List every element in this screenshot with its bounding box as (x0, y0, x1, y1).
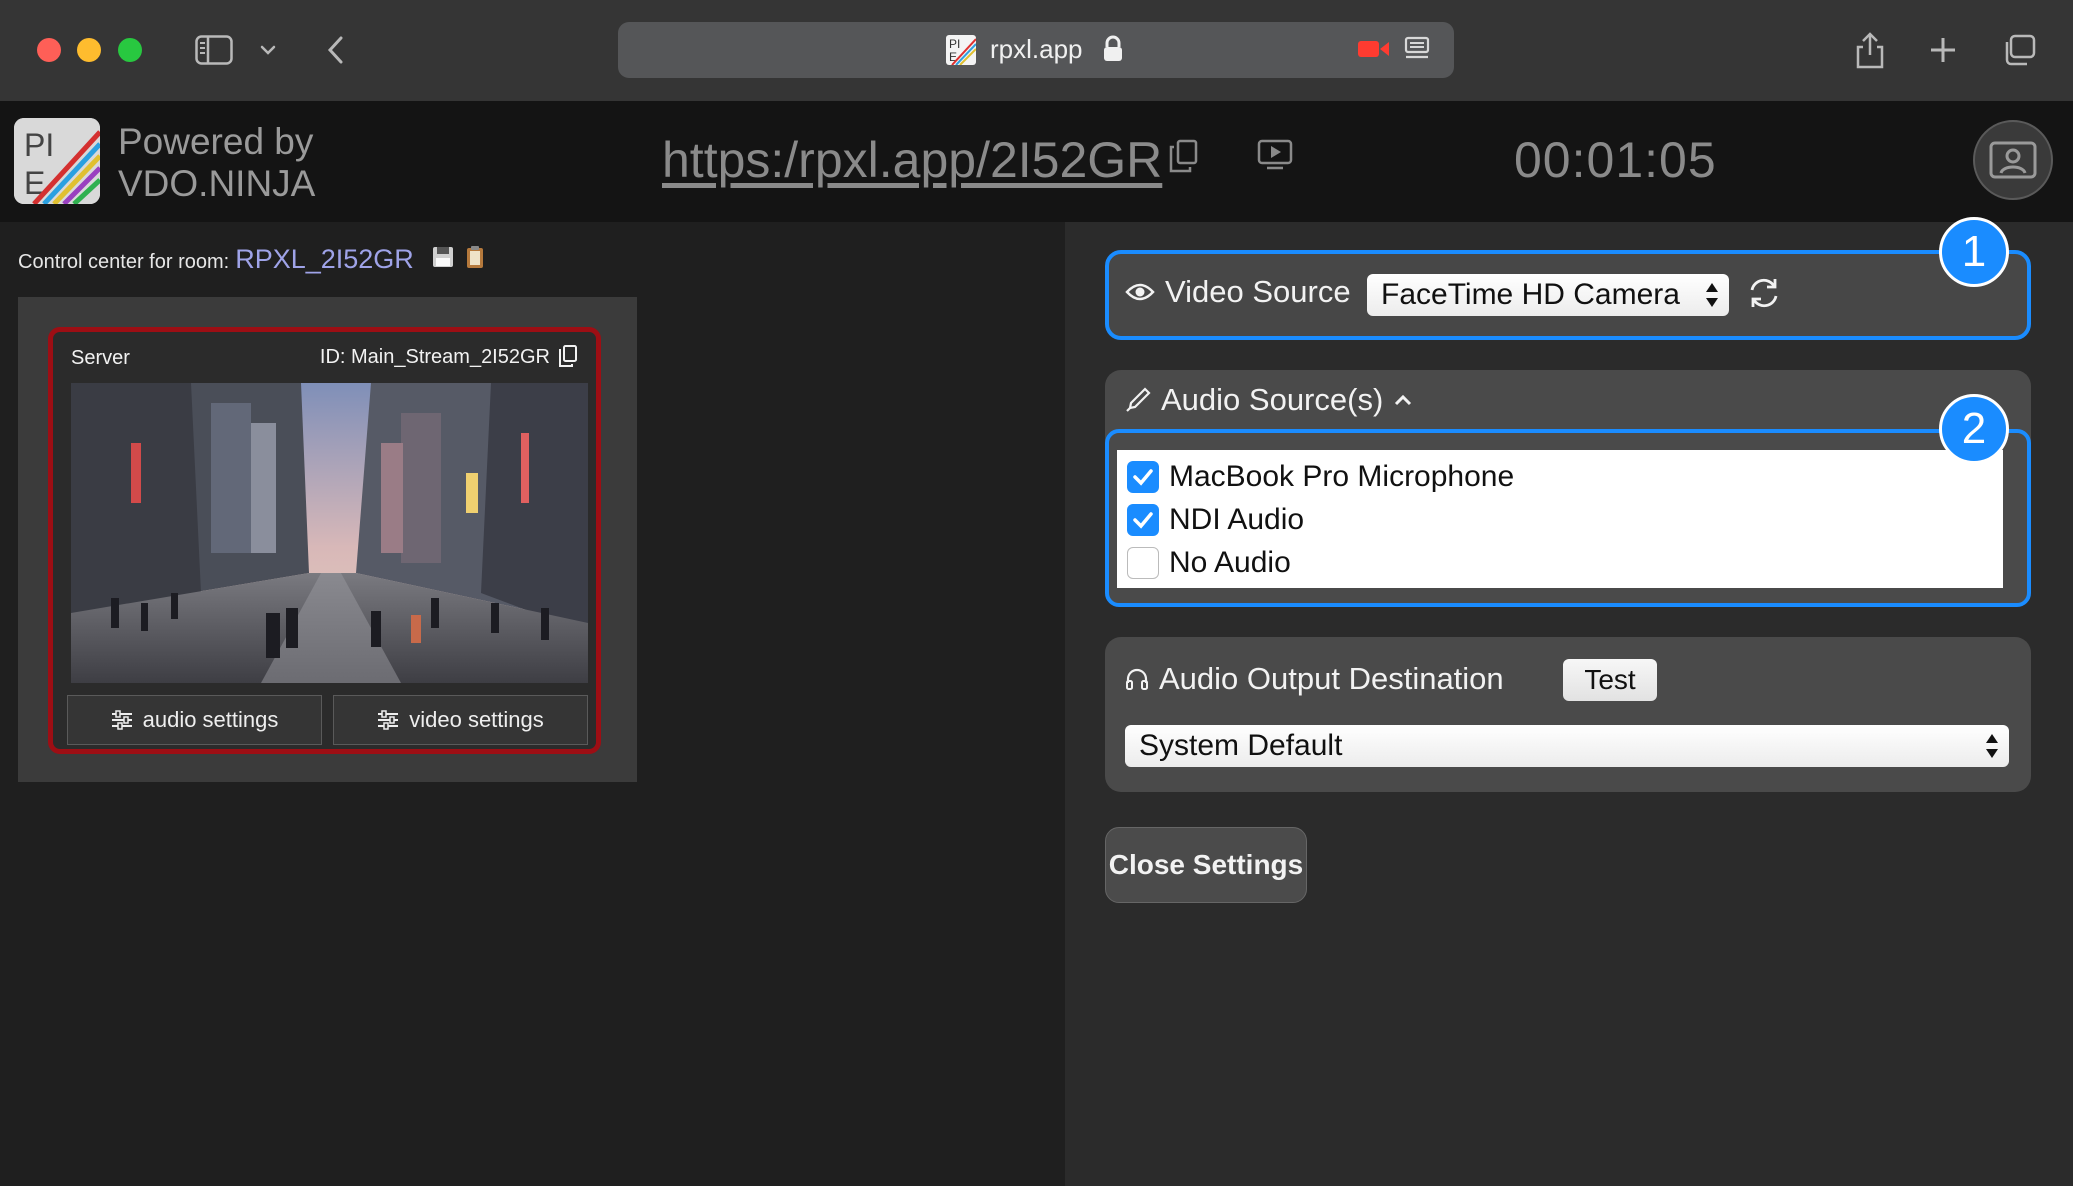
eye-icon (1125, 283, 1155, 301)
audio-output-title: Audio Output Destination (1125, 661, 1504, 697)
audio-source-list: MacBook Pro Microphone NDI Audio No Audi… (1117, 450, 2003, 588)
video-settings-label: video settings (409, 707, 544, 732)
camera-recording-icon[interactable] (1358, 38, 1390, 65)
checkbox-checked[interactable] (1127, 504, 1159, 536)
stream-card: Server ID: Main_Stream_2I52GR audio sett… (48, 327, 601, 754)
checkbox-checked[interactable] (1127, 461, 1159, 493)
zoom-window-button[interactable] (118, 38, 142, 62)
video-settings-button[interactable]: video settings (333, 695, 588, 745)
site-favicon-icon: PI E (946, 35, 976, 65)
screen-share-icon[interactable] (1257, 139, 1293, 176)
close-window-button[interactable] (37, 38, 61, 62)
chevron-down-icon[interactable] (256, 28, 280, 72)
refresh-icon[interactable] (1747, 276, 1781, 315)
browser-toolbar: PI E rpxl.app (0, 0, 2073, 101)
audio-option-label: MacBook Pro Microphone (1169, 460, 1515, 493)
page-header: PI E Powered by VDO.NINJA https:/rpxl.ap… (0, 101, 2073, 222)
select-arrows-icon (1705, 281, 1719, 309)
address-host: rpxl.app (990, 34, 1083, 64)
video-source-label: Video Source (1165, 274, 1351, 309)
audio-output-panel: Audio Output Destination Test System Def… (1105, 637, 2031, 792)
minimize-window-button[interactable] (77, 38, 101, 62)
room-invite-link[interactable]: https:/rpxl.app/2I52GR (662, 131, 1162, 189)
address-bar[interactable]: PI E rpxl.app (618, 22, 1454, 78)
video-source-value: FaceTime HD Camera (1381, 278, 1680, 311)
control-center-label: Control center for room: (18, 251, 230, 273)
audio-option-label: NDI Audio (1169, 503, 1305, 536)
powered-by-text: Powered by VDO.NINJA (118, 121, 315, 205)
audio-source-label: Audio Source(s) (1161, 382, 1384, 417)
session-timer: 00:01:05 (1514, 132, 1717, 188)
audio-option-macbook-mic[interactable]: MacBook Pro Microphone (1127, 457, 1514, 497)
audio-option-label: No Audio (1169, 546, 1291, 579)
sliders-icon (111, 710, 132, 730)
guest-area: Server ID: Main_Stream_2I52GR audio sett… (18, 297, 637, 782)
checkbox-unchecked[interactable] (1127, 547, 1159, 579)
close-settings-button[interactable]: Close Settings (1105, 827, 1307, 903)
stream-id: ID: Main_Stream_2I52GR (319, 346, 550, 368)
user-avatar-button[interactable] (1973, 120, 2053, 200)
audio-output-value: System Default (1139, 729, 1343, 762)
control-center-panel: Control center for room: RPXL_2I52GR Ser… (0, 222, 1065, 1186)
settings-panel: Video Source FaceTime HD Camera 1 Audio … (1065, 217, 2073, 1186)
video-source-panel: Video Source FaceTime HD Camera (1105, 250, 2031, 340)
test-audio-button[interactable]: Test (1563, 659, 1657, 701)
video-source-title: Video Source (1125, 274, 1351, 310)
audio-settings-label: audio settings (142, 707, 279, 732)
room-line: Control center for room: RPXL_2I52GR (18, 244, 484, 275)
stream-label: Server (71, 347, 130, 369)
audio-output-label: Audio Output Destination (1159, 661, 1504, 696)
clipboard-icon[interactable] (466, 245, 484, 275)
step-badge-2: 2 (1939, 394, 2009, 464)
svg-text:PI: PI (24, 127, 54, 163)
audio-output-select[interactable]: System Default (1125, 725, 2009, 767)
copy-id-icon[interactable] (558, 345, 578, 372)
audio-settings-button[interactable]: audio settings (67, 695, 322, 745)
step-badge-1: 1 (1939, 217, 2009, 287)
reader-icon[interactable] (1404, 36, 1430, 67)
pixel-logo: PI E (14, 118, 100, 204)
new-tab-icon[interactable] (1926, 28, 1960, 72)
headphones-icon (1126, 668, 1148, 690)
room-name[interactable]: RPXL_2I52GR (235, 244, 414, 275)
powered-line-2: VDO.NINJA (118, 163, 316, 204)
save-icon[interactable] (432, 246, 454, 274)
audio-option-ndi[interactable]: NDI Audio (1127, 500, 1304, 540)
back-icon[interactable] (320, 28, 350, 72)
microphone-icon (1126, 387, 1151, 412)
tabs-overview-icon[interactable] (2000, 28, 2038, 72)
sliders-icon (378, 710, 399, 730)
svg-text:PI: PI (949, 37, 960, 51)
person-card-icon (1989, 141, 2037, 179)
select-arrows-icon (1985, 732, 1999, 760)
copy-link-icon[interactable] (1168, 139, 1198, 178)
video-preview[interactable] (71, 383, 588, 683)
lock-icon (1102, 35, 1124, 68)
audio-option-none[interactable]: No Audio (1127, 543, 1291, 583)
video-source-select[interactable]: FaceTime HD Camera (1367, 274, 1729, 316)
audio-source-title[interactable]: Audio Source(s) (1125, 382, 1413, 418)
share-icon[interactable] (1853, 28, 1887, 72)
sidebar-icon[interactable] (192, 28, 236, 72)
chevron-up-icon (1395, 394, 1412, 406)
powered-line-1: Powered by (118, 121, 314, 162)
